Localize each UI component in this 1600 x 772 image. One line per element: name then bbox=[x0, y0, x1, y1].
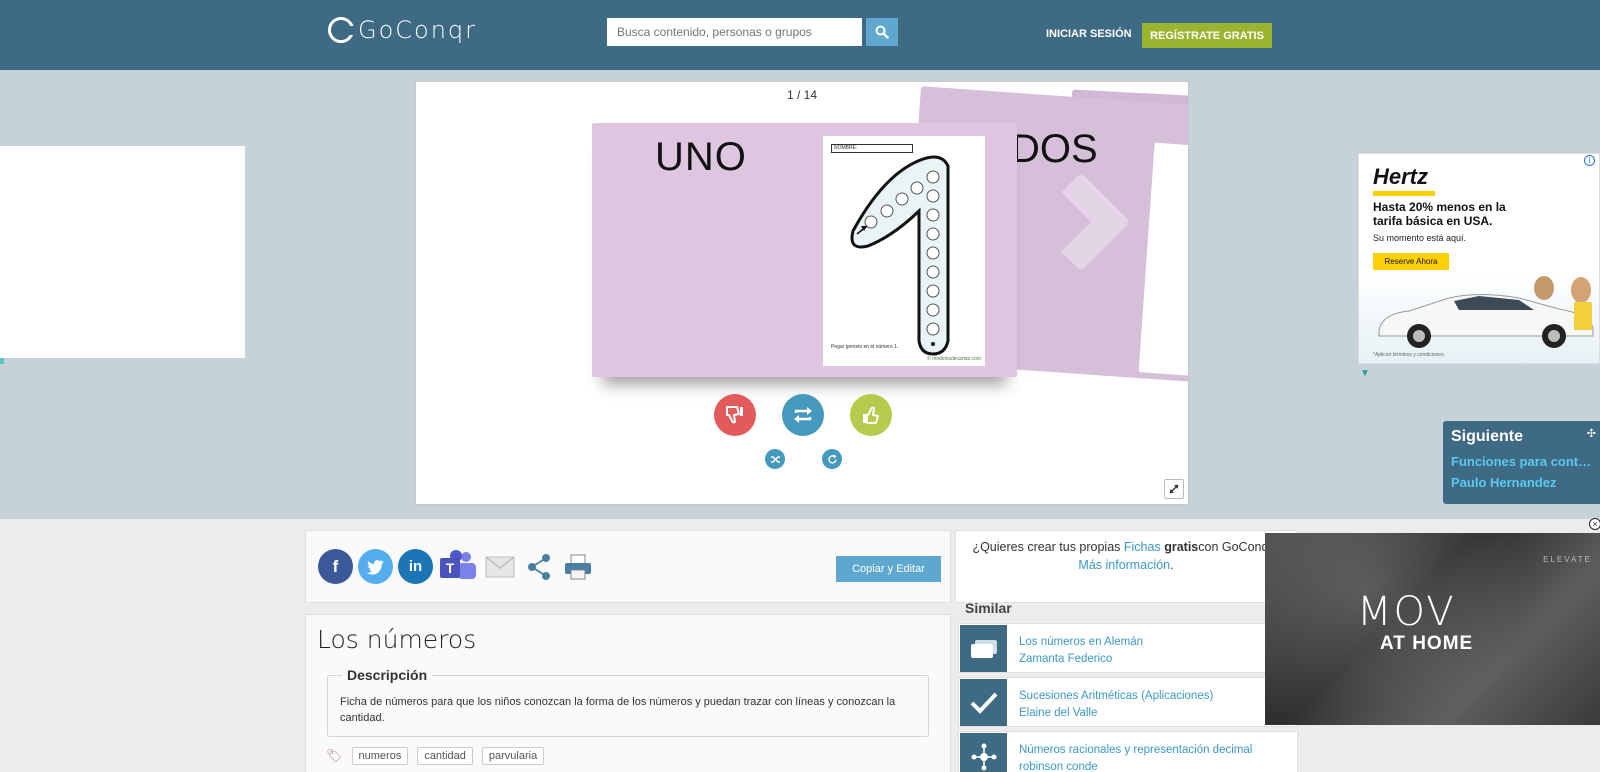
facebook-icon[interactable]: f bbox=[318, 549, 353, 584]
ad-info-icon[interactable]: i bbox=[1584, 155, 1595, 166]
tag[interactable]: numeros bbox=[351, 747, 409, 765]
video-subheadline: AT HOME bbox=[1380, 633, 1474, 654]
video-headline: MOV bbox=[1357, 589, 1456, 635]
number-one-worksheet: NOMBRE: Pegar gomets en el número 1. © m… bbox=[823, 136, 985, 366]
linkedin-icon[interactable]: in bbox=[398, 549, 433, 584]
site-header: GoConqr INICIAR SESIÓN REGÍSTRATE GRATIS bbox=[0, 0, 1600, 70]
secondary-card-actions bbox=[765, 449, 842, 469]
video-backdrop-text: ELEVATE bbox=[1543, 555, 1592, 564]
shuffle-button[interactable] bbox=[765, 449, 785, 469]
logo-mark-icon bbox=[328, 17, 355, 43]
print-icon[interactable] bbox=[561, 549, 595, 584]
mindmap-icon bbox=[960, 733, 1007, 772]
microsoft-teams-icon[interactable]: T bbox=[438, 549, 478, 584]
fichas-link[interactable]: Fichas bbox=[1124, 540, 1161, 554]
search-button[interactable] bbox=[866, 18, 898, 46]
video-ad[interactable]: ELEVATE MOV AT HOME bbox=[1265, 533, 1600, 725]
similar-heading: Similar bbox=[965, 600, 1012, 616]
search-icon bbox=[875, 25, 889, 39]
share-bar: f in T Copiar y Editar bbox=[305, 530, 951, 603]
description-heading: Descripción bbox=[342, 667, 433, 683]
printer-icon bbox=[565, 554, 591, 579]
promo-gratis: gratis bbox=[1164, 540, 1199, 554]
envelope-icon bbox=[485, 555, 515, 577]
twitter-bird-icon bbox=[366, 559, 384, 575]
thumbs-down-icon bbox=[726, 406, 743, 424]
login-link[interactable]: INICIAR SESIÓN bbox=[1046, 28, 1132, 40]
thumbs-up-icon bbox=[863, 406, 879, 424]
share-nodes-icon bbox=[528, 553, 550, 580]
more-info-link[interactable]: Más información bbox=[1078, 558, 1170, 572]
page-title: Los números bbox=[317, 625, 477, 654]
repeat-icon bbox=[794, 407, 812, 423]
fullscreen-button[interactable] bbox=[1164, 479, 1184, 499]
number-one-tracing-icon bbox=[850, 155, 950, 356]
card-front[interactable]: UNO NOMBRE: Pegar gomets en el número 1.… bbox=[592, 123, 1017, 377]
car-image-icon bbox=[1378, 276, 1594, 348]
description-box: Descripción Ficha de números para que lo… bbox=[327, 667, 929, 737]
share-icons: f in T bbox=[318, 549, 595, 584]
check-icon bbox=[960, 679, 1007, 726]
list-item[interactable]: Los números en Alemán Zamanta Federico bbox=[958, 623, 1298, 673]
tag[interactable]: cantidad bbox=[417, 747, 473, 765]
twitter-icon[interactable] bbox=[358, 549, 393, 584]
hertz-logo-underline bbox=[1373, 191, 1435, 196]
hertz-headline: Hasta 20% menos en la tarifa básica en U… bbox=[1373, 200, 1506, 228]
move-icon[interactable]: ✣ bbox=[1587, 427, 1596, 440]
close-icon[interactable]: × bbox=[1589, 518, 1600, 530]
similar-author[interactable]: robinson conde bbox=[1019, 761, 1098, 772]
card-actions bbox=[714, 394, 892, 436]
email-icon[interactable] bbox=[483, 549, 517, 584]
tag[interactable]: parvularia bbox=[481, 747, 545, 765]
hertz-cta-button[interactable]: Reserve Ahora bbox=[1373, 253, 1449, 270]
shuffle-icon bbox=[770, 455, 780, 463]
share-icon[interactable] bbox=[522, 549, 556, 584]
description-text: Ficha de números para que los niños cono… bbox=[340, 696, 896, 724]
next-panel-title: Siguiente bbox=[1451, 428, 1524, 445]
similar-title[interactable]: Los números en Alemán bbox=[1019, 636, 1143, 648]
cards-icon bbox=[960, 625, 1007, 672]
hertz-subline: Su momento está aquí. bbox=[1373, 233, 1467, 243]
search-input[interactable] bbox=[607, 18, 862, 46]
similar-title[interactable]: Números racionales y representación deci… bbox=[1019, 744, 1252, 756]
worksheet-caption: Pegar gomets en el número 1. bbox=[831, 344, 899, 350]
tag-icon: 🏷 bbox=[326, 748, 343, 763]
restart-button[interactable] bbox=[822, 449, 842, 469]
tag-list: 🏷 numeros cantidad parvularia bbox=[326, 747, 545, 765]
next-card-worksheet bbox=[1138, 142, 1188, 377]
logo-text: GoConqr bbox=[358, 16, 478, 44]
adchoices-icon[interactable]: ▼ bbox=[1360, 368, 1370, 379]
similar-author[interactable]: Zamanta Federico bbox=[1019, 653, 1112, 665]
flashcard-viewer: 1 / 14 DOS UNO NOMBRE: Pegar gomets en e… bbox=[415, 81, 1189, 505]
next-resource-link[interactable]: Funciones para conta... bbox=[1451, 454, 1592, 469]
promo-lead: ¿Quieres crear tus propias bbox=[972, 540, 1124, 554]
worksheet-credit: © modelosdecartas.com bbox=[927, 356, 981, 362]
next-resource-author[interactable]: Paulo Hernandez bbox=[1451, 475, 1592, 490]
dislike-button[interactable] bbox=[714, 394, 756, 436]
ad-marker-icon bbox=[0, 358, 4, 364]
list-item[interactable]: Sucesiones Aritméticas (Aplicaciones) El… bbox=[958, 677, 1298, 727]
similar-title[interactable]: Sucesiones Aritméticas (Aplicaciones) bbox=[1019, 690, 1213, 702]
similar-author[interactable]: Elaine del Valle bbox=[1019, 707, 1097, 719]
expand-icon bbox=[1169, 484, 1179, 494]
teams-logo-icon: T bbox=[440, 550, 476, 579]
hertz-ad[interactable]: i Hertz Hasta 20% menos en la tarifa bás… bbox=[1358, 153, 1600, 364]
svg-text:T: T bbox=[446, 560, 455, 576]
hertz-fine-print: *Aplican términos y condiciones. bbox=[1373, 352, 1445, 358]
goconqr-logo[interactable]: GoConqr bbox=[328, 16, 477, 44]
signup-button[interactable]: REGÍSTRATE GRATIS bbox=[1142, 23, 1272, 48]
promo-period: . bbox=[1170, 558, 1174, 572]
refresh-icon bbox=[827, 454, 837, 463]
left-ad-slot[interactable] bbox=[0, 146, 245, 358]
next-card-word: DOS bbox=[1011, 127, 1098, 171]
next-resource-panel[interactable]: ✣ Siguiente Funciones para conta... Paul… bbox=[1443, 421, 1600, 504]
card-word: UNO bbox=[655, 135, 747, 179]
copy-and-edit-button[interactable]: Copiar y Editar bbox=[836, 556, 941, 582]
hertz-logo: Hertz bbox=[1373, 164, 1429, 189]
repeat-button[interactable] bbox=[782, 394, 824, 436]
resource-details: Los números Descripción Ficha de números… bbox=[305, 614, 951, 772]
like-button[interactable] bbox=[850, 394, 892, 436]
create-promo: ¿Quieres crear tus propias Fichas gratis… bbox=[955, 530, 1297, 603]
list-item[interactable]: Números racionales y representación deci… bbox=[958, 731, 1298, 772]
